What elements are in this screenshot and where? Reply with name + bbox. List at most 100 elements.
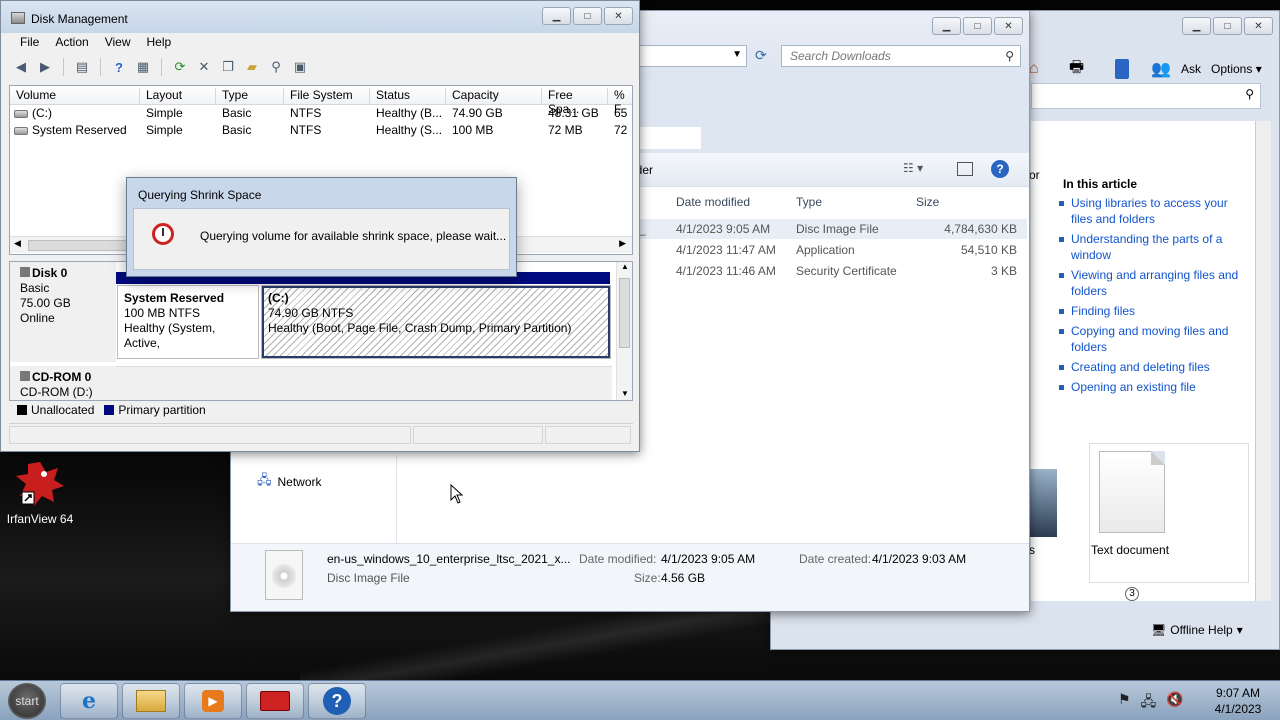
taskbar-media-player[interactable]: ▶ bbox=[184, 683, 242, 719]
options-menu[interactable]: Options ▾ bbox=[1211, 62, 1262, 76]
action-center-flag-icon[interactable]: ⚑ bbox=[1118, 691, 1131, 715]
details-pane: en-us_windows_10_enterprise_ltsc_2021_x.… bbox=[231, 543, 1029, 611]
ask-label[interactable]: Ask bbox=[1181, 62, 1201, 76]
close-button[interactable]: ✕ bbox=[994, 17, 1023, 35]
taskbar-disk-management[interactable] bbox=[246, 683, 304, 719]
properties-icon[interactable]: ▦ bbox=[133, 58, 153, 76]
open-folder-icon[interactable]: ▰ bbox=[242, 58, 262, 76]
menu-bar: File Action View Help bbox=[1, 33, 639, 53]
minimize-button[interactable]: ▁ bbox=[542, 7, 571, 25]
search-icon[interactable]: ⚲ bbox=[266, 58, 286, 76]
clock-icon bbox=[152, 223, 174, 245]
column-layout[interactable]: Layout bbox=[140, 88, 216, 104]
disk-0-label[interactable]: Disk 0 Basic 75.00 GB Online bbox=[10, 262, 116, 362]
banner-field bbox=[631, 127, 701, 149]
disk-management-window: Disk Management ▁ □ ✕ File Action View H… bbox=[0, 0, 640, 452]
media-player-icon: ▶ bbox=[202, 690, 224, 712]
article-link[interactable]: Finding files bbox=[1057, 303, 1247, 319]
print-icon[interactable]: 🖶 bbox=[1069, 56, 1084, 83]
taskbar-explorer[interactable] bbox=[122, 683, 180, 719]
article-link[interactable]: Creating and deleting files bbox=[1057, 359, 1247, 375]
refresh-icon[interactable]: ⟳ bbox=[170, 58, 190, 76]
volume-row[interactable]: (C:) Simple Basic NTFS Healthy (B... 74.… bbox=[10, 105, 632, 122]
clock[interactable]: 9:07 AM 4/1/2023 bbox=[1200, 685, 1276, 717]
delete-icon[interactable]: ✕ bbox=[194, 58, 214, 76]
article-link[interactable]: Copying and moving files and folders bbox=[1057, 323, 1247, 355]
forward-icon[interactable]: ▶ bbox=[35, 58, 55, 76]
help-scrollbar[interactable] bbox=[1255, 121, 1271, 601]
close-button[interactable]: ✕ bbox=[1244, 17, 1273, 35]
show-hide-tree-icon[interactable]: ▤ bbox=[72, 58, 92, 76]
maximize-button[interactable]: □ bbox=[573, 7, 602, 25]
scroll-up-icon[interactable]: ▲ bbox=[621, 262, 629, 271]
nav-item-network[interactable]: 🖧 Network bbox=[257, 471, 322, 493]
internet-explorer-icon: e bbox=[82, 688, 96, 714]
menu-view[interactable]: View bbox=[98, 33, 138, 53]
minimize-button[interactable]: ▁ bbox=[932, 17, 961, 35]
offline-help-button[interactable]: 🖥 Offline Help ▾ bbox=[1151, 623, 1243, 637]
column-capacity[interactable]: Capacity bbox=[446, 88, 542, 104]
volume-muted-icon[interactable]: 🔇 bbox=[1166, 691, 1183, 715]
close-button[interactable]: ✕ bbox=[604, 7, 633, 25]
menu-help[interactable]: Help bbox=[140, 33, 179, 53]
minimize-button[interactable]: ▁ bbox=[1182, 17, 1211, 35]
article-link[interactable]: Understanding the parts of a window bbox=[1057, 231, 1247, 263]
menu-file[interactable]: File bbox=[13, 33, 46, 53]
ask-icon[interactable]: 👥 bbox=[1151, 59, 1171, 79]
details-filetype: Disc Image File bbox=[327, 571, 410, 585]
file-row[interactable]: 4/1/2023 11:47 AM Application 54,510 KB bbox=[637, 240, 1027, 260]
article-link[interactable]: Viewing and arranging files and folders bbox=[1057, 267, 1247, 299]
desktop-icon-irfanview[interactable]: IrfanView 64 bbox=[4, 458, 76, 526]
column-date-modified[interactable]: Date modified bbox=[676, 195, 750, 209]
column-type[interactable]: Type bbox=[796, 195, 822, 209]
volume-row[interactable]: System Reserved Simple Basic NTFS Health… bbox=[10, 122, 632, 139]
details-size-label: Size: bbox=[634, 571, 661, 585]
start-button[interactable]: start bbox=[8, 683, 46, 719]
legend: Unallocated Primary partition bbox=[9, 401, 633, 419]
cdrom-0-label[interactable]: CD-ROM 0 CD-ROM (D:) bbox=[10, 366, 116, 400]
rescan-icon[interactable]: ▣ bbox=[290, 58, 310, 76]
drive-icon bbox=[14, 109, 28, 118]
help-icon[interactable]: ? bbox=[109, 58, 129, 76]
file-row[interactable]: 4/1/2023 11:46 AM Security Certificate 3… bbox=[637, 261, 1027, 281]
column-type[interactable]: Type bbox=[216, 88, 284, 104]
help-icon[interactable]: ? bbox=[991, 160, 1009, 178]
article-link[interactable]: Using libraries to access your files and… bbox=[1057, 195, 1247, 227]
article-link[interactable]: Opening an existing file bbox=[1057, 379, 1247, 395]
scroll-right-icon[interactable]: ▶ bbox=[619, 238, 626, 249]
scroll-left-icon[interactable]: ◀ bbox=[14, 238, 21, 249]
column-percent-free[interactable]: % F bbox=[608, 88, 632, 116]
column-free-space[interactable]: Free Spa... bbox=[542, 88, 608, 116]
maximize-button[interactable]: □ bbox=[1213, 17, 1242, 35]
file-row[interactable]: _ 4/1/2023 9:05 AM Disc Image File 4,784… bbox=[637, 219, 1027, 239]
back-icon[interactable]: ◀ bbox=[11, 58, 31, 76]
status-bar bbox=[9, 423, 633, 445]
network-tray-icon[interactable]: 🖧 bbox=[1141, 691, 1157, 715]
copy-icon[interactable]: ❐ bbox=[218, 58, 238, 76]
column-volume[interactable]: Volume bbox=[10, 88, 140, 104]
scroll-thumb[interactable] bbox=[619, 278, 630, 348]
preview-pane-icon[interactable] bbox=[957, 162, 973, 176]
home-icon[interactable]: ⌂ bbox=[1029, 60, 1039, 78]
menu-action[interactable]: Action bbox=[48, 33, 95, 53]
mouse-cursor-icon bbox=[450, 484, 464, 504]
column-status[interactable]: Status bbox=[370, 88, 446, 104]
column-file-system[interactable]: File System bbox=[284, 88, 370, 104]
partition-c[interactable]: (C:) 74.90 GB NTFS Healthy (Boot, Page F… bbox=[261, 285, 611, 359]
chevron-down-icon[interactable]: ▼ bbox=[732, 49, 742, 60]
help-search-input[interactable]: ⚲ bbox=[1031, 83, 1261, 109]
column-size[interactable]: Size bbox=[916, 195, 939, 209]
browse-help-icon[interactable] bbox=[1115, 59, 1129, 79]
cdrom-icon bbox=[20, 371, 30, 381]
maximize-button[interactable]: □ bbox=[963, 17, 992, 35]
taskbar-help[interactable]: ? bbox=[308, 683, 366, 719]
partition-system-reserved[interactable]: System Reserved 100 MB NTFS Healthy (Sys… bbox=[117, 285, 259, 359]
views-icon[interactable]: ☷ ▾ bbox=[903, 161, 923, 175]
search-input[interactable]: Search Downloads ⚲ bbox=[781, 45, 1021, 67]
taskbar-ie[interactable]: e bbox=[60, 683, 118, 719]
dialog-title: Querying Shrink Space bbox=[138, 188, 262, 202]
scroll-down-icon[interactable]: ▼ bbox=[621, 389, 629, 398]
refresh-icon[interactable]: ⟳ bbox=[755, 47, 767, 64]
page-number: 3 bbox=[1125, 587, 1139, 601]
vertical-scrollbar[interactable]: ▲ ▼ bbox=[616, 262, 632, 400]
